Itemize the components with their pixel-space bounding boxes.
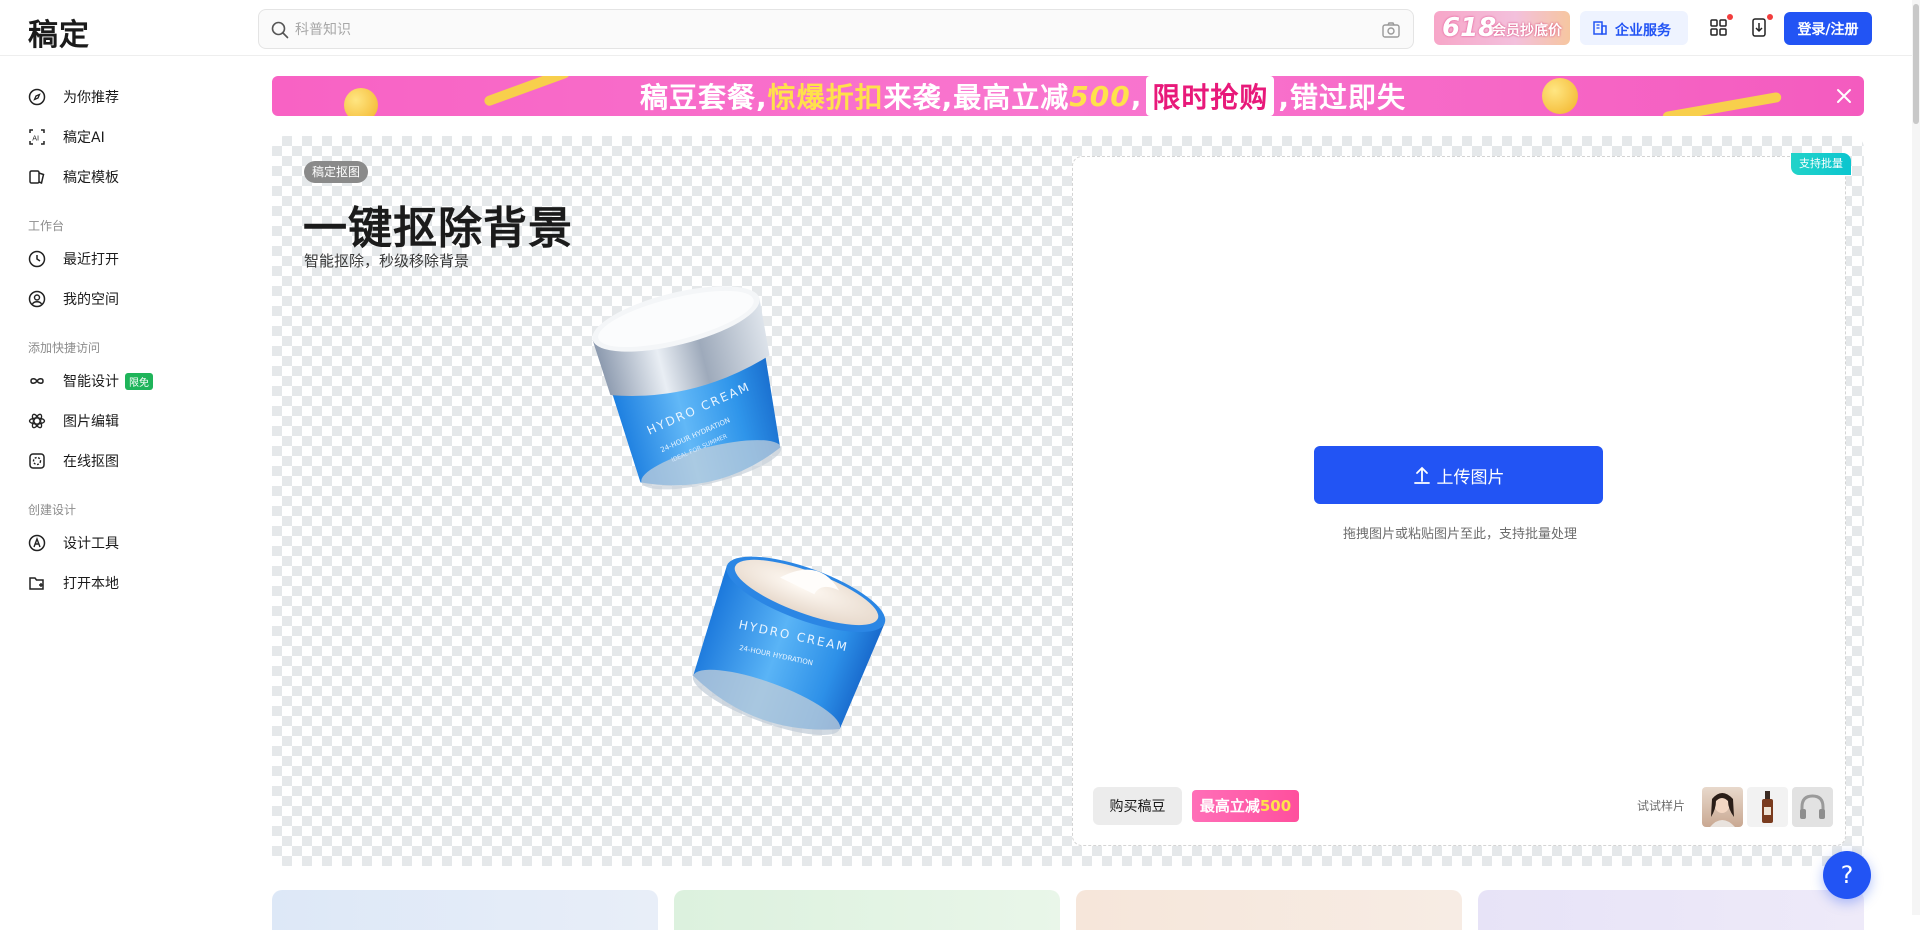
sidebar-item-templates[interactable]: 稿定模板 — [28, 163, 119, 191]
sidebar-item-label: 图片编辑 — [63, 414, 119, 430]
pen-circle-icon — [28, 534, 46, 552]
banner-discount-number: 500 — [1069, 79, 1131, 113]
enterprise-service-button[interactable]: 企业服务 — [1580, 11, 1688, 45]
portrait-thumbnail — [1710, 793, 1735, 827]
section-workspace: 工作台 — [28, 219, 65, 233]
cream-jar-open-image: HYDRO CREAM 24-HOUR HYDRATION — [692, 556, 886, 736]
building-icon — [1593, 21, 1607, 35]
banner-text: 稿豆套餐, 惊爆折扣 来袭,最高立减 500 , 限时抢购 ,错过即失 — [640, 76, 1407, 116]
feature-card-2[interactable] — [674, 890, 1060, 930]
promo-banner[interactable]: 稿豆套餐, 惊爆折扣 来袭,最高立减 500 , 限时抢购 ,错过即失 — [272, 76, 1864, 116]
ribbon-decoration — [483, 76, 571, 108]
feature-card-3[interactable] — [1076, 890, 1462, 930]
sidebar-item-label: 智能设计 — [63, 374, 119, 390]
sidebar-item-recommend[interactable]: 为你推荐 — [28, 83, 119, 111]
enterprise-service-label: 企业服务 — [1615, 23, 1671, 39]
hero-subtitle: 智能抠除，秒级移除背景 — [304, 252, 470, 270]
banner-text-highlight: 惊爆折扣 — [767, 81, 884, 114]
sidebar-item-design-tools[interactable]: 设计工具 — [28, 529, 119, 557]
sidebar-item-label: 为你推荐 — [63, 90, 119, 106]
search-bar[interactable] — [258, 9, 1414, 49]
search-icon — [271, 21, 289, 39]
cutout-hero: 稿定抠图 一键抠除背景 智能抠除，秒级移除背景 HYDRO CREAM 24-H… — [272, 136, 1864, 866]
sidebar-item-label: 稿定模板 — [63, 170, 119, 186]
sidebar-item-cutout[interactable]: 在线抠图 — [28, 447, 119, 475]
banner-flash-sale: 限时抢购 — [1146, 76, 1275, 116]
upload-icon — [1413, 466, 1430, 484]
sample-bottle-thumb[interactable] — [1747, 787, 1788, 827]
discount-prefix: 最高立减 — [1199, 797, 1260, 815]
folder-plus-icon — [29, 577, 44, 590]
sidebar-item-recent[interactable]: 最近打开 — [28, 245, 119, 273]
app-logo[interactable]: 稿定 — [28, 10, 90, 54]
feature-card-1[interactable] — [272, 890, 658, 930]
promo-618-text: 会员抄底价 — [1492, 23, 1562, 39]
batch-support-tag: 支持批量 — [1791, 153, 1851, 175]
clock-icon — [28, 250, 46, 268]
banner-text-part: , — [1130, 79, 1143, 113]
banner-text-part: 来袭,最高立减 — [883, 81, 1070, 114]
camera-icon[interactable] — [1381, 20, 1401, 40]
upload-hint: 拖拽图片或粘贴图片至此，支持批量处理 — [1342, 527, 1577, 542]
hero-tag: 稿定抠图 — [304, 161, 369, 183]
banner-text-part: 稿豆套餐, — [640, 81, 768, 114]
coin-decoration — [344, 88, 378, 116]
login-register-button[interactable]: 登录/注册 — [1784, 12, 1872, 45]
page-scrollbar-thumb[interactable] — [1913, 4, 1919, 124]
buy-beans-button[interactable]: 购买稿豆 — [1093, 787, 1182, 825]
notification-dot — [1727, 14, 1733, 20]
cutout-icon — [29, 453, 45, 469]
user-circle-icon — [28, 290, 46, 308]
top-bar: 稿定 618 会员抄底价 企业服务 — [0, 0, 1920, 56]
infinity-icon — [30, 378, 44, 384]
coin-decoration — [1542, 78, 1578, 114]
upload-dropzone[interactable]: 支持批量 上传图片 拖拽图片或粘贴图片至此，支持批量处理 购买稿豆 最高立减50… — [1072, 153, 1851, 846]
svg-text:AI: AI — [32, 135, 39, 143]
section-quick-access: 添加快捷访问 — [28, 341, 101, 355]
help-button[interactable]: ? — [1823, 851, 1871, 899]
promo-618-number: 618 — [1442, 13, 1497, 43]
compass-icon — [28, 88, 46, 106]
sidebar-item-ai[interactable]: AI 稿定AI — [28, 123, 105, 151]
sidebar-item-label: 最近打开 — [63, 252, 119, 268]
sidebar-item-my-space[interactable]: 我的空间 — [28, 285, 119, 313]
ribbon-decoration — [1662, 91, 1782, 116]
promo-618-badge[interactable]: 618 会员抄底价 — [1434, 11, 1570, 45]
atom-icon — [28, 413, 46, 429]
apps-grid-button[interactable] — [1705, 14, 1733, 42]
sidebar-item-image-edit[interactable]: 图片编辑 — [28, 407, 119, 435]
template-icon — [29, 170, 45, 185]
cream-jar-closed-image: HYDRO CREAM 24-HOUR HYDRATION IDEAL FOR … — [592, 286, 782, 490]
hero-title: 一键抠除背景 — [303, 203, 573, 254]
section-create: 创建设计 — [28, 503, 77, 517]
ai-icon: AI — [29, 129, 45, 145]
sample-label: 试试样片 — [1637, 799, 1686, 813]
banner-text-part: ,错过即失 — [1278, 81, 1407, 114]
sidebar-item-label: 稿定AI — [63, 130, 105, 146]
search-input[interactable] — [295, 18, 1355, 42]
page-scrollbar-track[interactable] — [1912, 0, 1920, 915]
bottle-thumbnail — [1762, 791, 1773, 823]
download-button[interactable] — [1745, 14, 1773, 42]
sidebar-item-label: 我的空间 — [63, 292, 119, 308]
upload-image-button[interactable]: 上传图片 — [1314, 446, 1603, 504]
sidebar-item-label: 打开本地 — [63, 576, 119, 592]
free-badge: 限免 — [125, 372, 153, 390]
sample-headphones-thumb[interactable] — [1792, 787, 1833, 827]
upload-button-label: 上传图片 — [1436, 467, 1505, 488]
discount-badge[interactable]: 最高立减500 — [1192, 790, 1299, 822]
feature-card-4[interactable] — [1478, 890, 1864, 930]
close-icon[interactable] — [1834, 86, 1854, 106]
sidebar-item-open-local[interactable]: 打开本地 — [28, 569, 119, 597]
headphones-thumbnail — [1800, 794, 1825, 819]
notification-dot — [1767, 14, 1773, 20]
sample-portrait-thumb[interactable] — [1702, 787, 1743, 827]
sidebar-item-smart-design[interactable]: 智能设计 限免 — [28, 367, 153, 395]
discount-value: 500 — [1259, 797, 1292, 815]
sidebar-item-label: 在线抠图 — [63, 454, 119, 470]
sidebar-item-label: 设计工具 — [63, 536, 119, 552]
sidebar: 为你推荐 AI 稿定AI 稿定模板 工作台 最近打开 我的空间 添加快捷访问 智… — [0, 57, 258, 915]
